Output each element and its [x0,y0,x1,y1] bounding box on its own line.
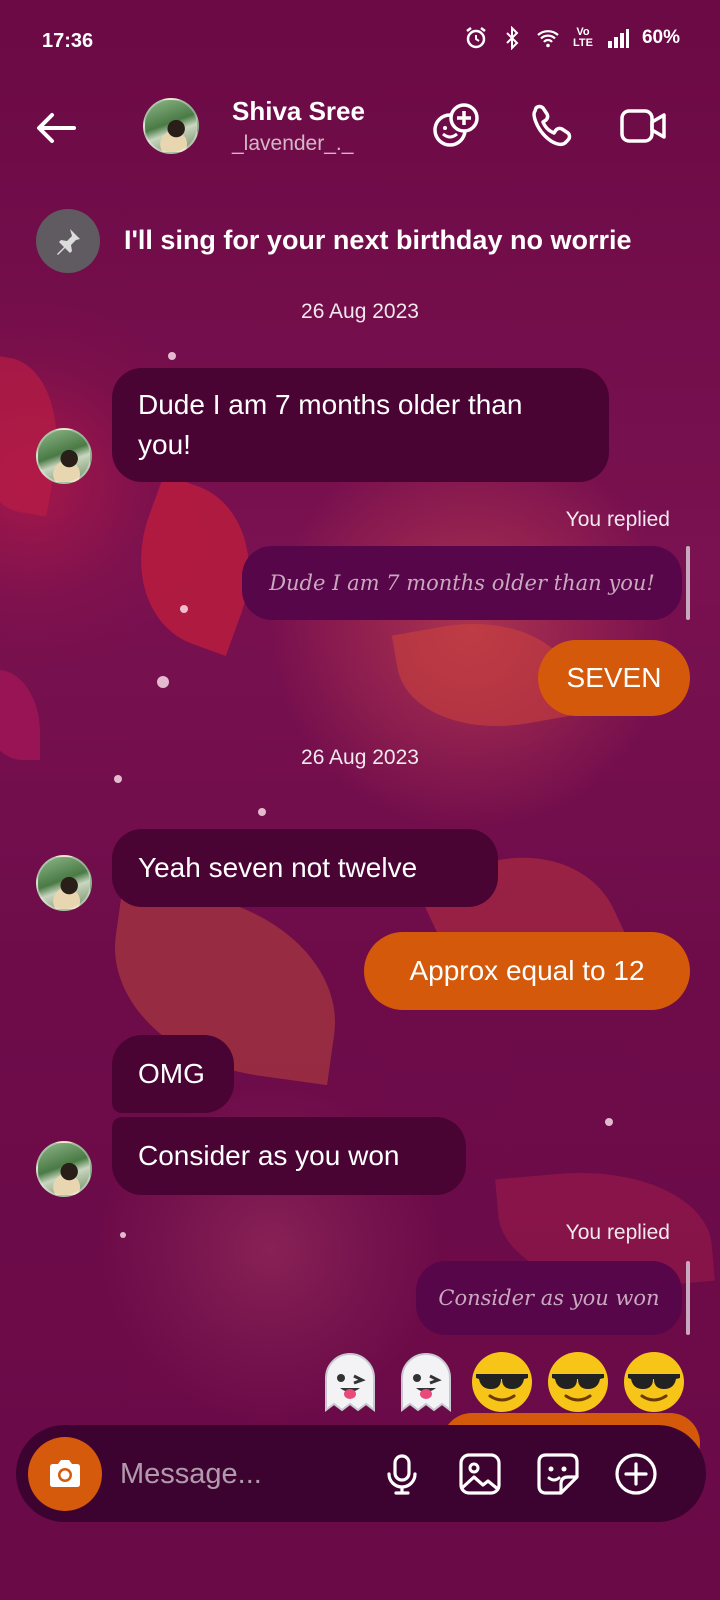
reply-quote-bar [686,1261,690,1335]
outgoing-message[interactable]: Approx equal to 12 [364,932,690,1010]
reply-quote-bar [686,546,690,620]
sender-avatar[interactable] [36,855,92,911]
pinned-message-text: I'll sing for your next birthday no worr… [124,225,632,255]
message-input[interactable] [118,1451,372,1497]
microphone-icon[interactable] [378,1450,426,1498]
video-call-icon[interactable] [616,98,672,154]
date-separator: 26 Aug 2023 [301,300,419,323]
status-time: 17:36 [42,30,94,52]
incoming-message[interactable]: Consider as you won [112,1117,466,1195]
contact-name[interactable]: Shiva Sree [232,96,365,127]
sunglasses-face-emoji-icon [472,1352,532,1412]
incoming-message[interactable]: Dude I am 7 months older than you! [112,368,609,482]
bluetooth-icon [506,26,519,50]
sender-avatar[interactable] [36,1141,92,1197]
camera-icon [50,1460,80,1487]
sender-avatar[interactable] [36,428,92,484]
add-people-icon[interactable] [428,98,484,154]
message-composer [16,1425,706,1522]
status-bar: 17:36 Vo LTE 60% [0,0,720,80]
sunglasses-face-emoji-icon [624,1352,684,1412]
sunglasses-face-emoji-icon [548,1352,608,1412]
reply-quote[interactable]: Dude I am 7 months older than you! [242,546,682,620]
contact-avatar[interactable] [143,98,199,154]
pin-icon [36,209,100,273]
you-replied-label: You replied [565,508,670,531]
ghost-tongue-emoji-icon [325,1353,375,1412]
date-separator: 26 Aug 2023 [301,746,419,769]
signal-icon [607,29,629,48]
incoming-message[interactable]: Yeah seven not twelve [112,829,498,907]
back-arrow-icon[interactable] [28,100,84,156]
sticker-icon[interactable] [534,1450,582,1498]
phone-call-icon[interactable] [524,98,580,154]
pinned-message-banner[interactable]: I'll sing for your next birthday no worr… [0,207,720,277]
status-icons: Vo LTE 60% [464,26,680,50]
network-type-label: Vo LTE [572,26,593,49]
ghost-tongue-emoji-icon [401,1353,451,1412]
alarm-icon [466,27,486,49]
reply-quote[interactable]: Consider as you won [416,1261,682,1335]
contact-username[interactable]: _lavender_._ [232,132,353,156]
battery-percent: 60% [641,27,680,48]
you-replied-label: You replied [565,1221,670,1244]
outgoing-message[interactable]: SEVEN [538,640,690,716]
incoming-message[interactable]: OMG [112,1035,234,1113]
add-more-icon[interactable] [612,1450,660,1498]
chat-header: Shiva Sree _lavender_._ [0,80,720,180]
emoji-message[interactable] [316,1348,688,1416]
camera-button[interactable] [28,1437,102,1511]
wifi-icon [537,30,559,48]
gallery-icon[interactable] [456,1450,504,1498]
